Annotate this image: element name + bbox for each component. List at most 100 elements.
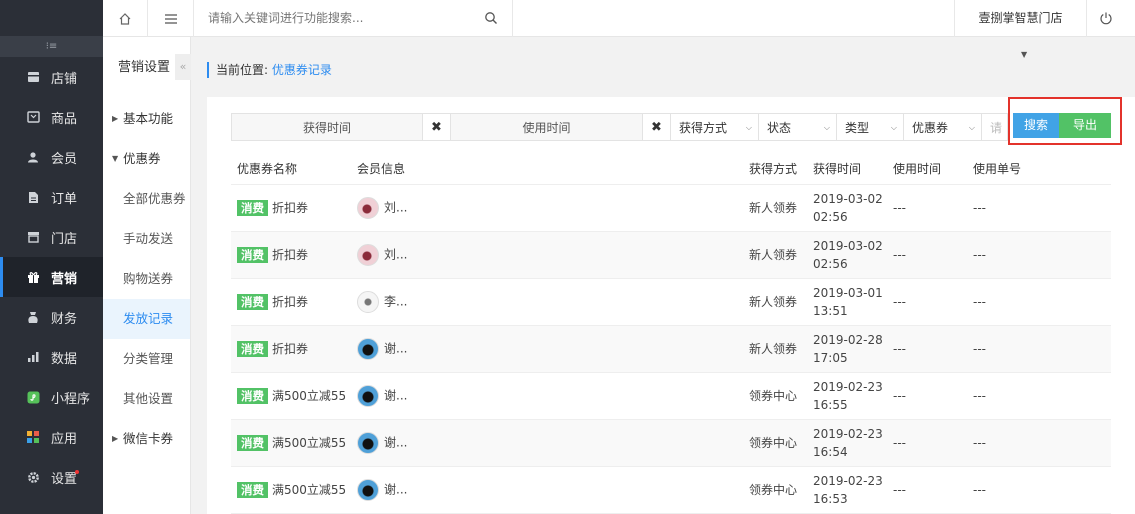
get-time-cell: 2019-02-23 16:55 — [807, 372, 887, 420]
sidebar-item-shop[interactable]: 门店 — [0, 217, 103, 257]
subnav-item[interactable]: 购物送券 — [103, 259, 190, 299]
table-row[interactable]: 消费 折扣券 刘... 新人领券 2019-03-02 02:56 --- --- — [231, 231, 1111, 279]
table-header: 优惠券名称 会员信息 获得方式 获得时间 使用时间 使用单号 — [231, 154, 1111, 185]
search-export-highlight — [1008, 97, 1122, 145]
use-time-cell: --- — [887, 325, 967, 373]
subnav-collapse-icon[interactable]: « — [175, 54, 191, 80]
breadcrumb-current[interactable]: 优惠券记录 — [272, 63, 332, 77]
table-row[interactable]: 消费 折扣券 李... 新人领券 2019-03-01 13:51 --- --- — [231, 278, 1111, 326]
table-row[interactable]: 消费 满500立减55 谢... 领券中心 2019-02-23 16:53 --- --- — [231, 466, 1111, 514]
member-cell[interactable]: 李... — [351, 278, 743, 326]
main-sidebar: ⁝≡ 店铺商品会员订单门店营销财务数据小程序 应用设置 — [0, 0, 103, 514]
chevron-down-icon: ⌵ — [745, 123, 752, 132]
use-no-cell: --- — [967, 372, 1111, 420]
shop-name[interactable]: 壹捌掌智慧门店 — [954, 0, 1087, 37]
sidebar-item-label: 财务 — [51, 311, 78, 327]
power-icon[interactable] — [1099, 11, 1113, 25]
shop-icon — [26, 230, 40, 244]
sidebar-item-gift[interactable]: 营销 — [0, 257, 103, 297]
avatar — [357, 196, 379, 219]
sidebar-item-miniprogram[interactable]: 小程序 — [0, 377, 103, 417]
use-time-cell: --- — [887, 231, 967, 279]
use-no-cell: --- — [967, 278, 1111, 326]
column-header: 获得方式 — [743, 154, 807, 185]
member-cell[interactable]: 刘... — [351, 184, 743, 232]
sidebar-item-label: 设置 — [51, 471, 78, 487]
use-no-cell: --- — [967, 419, 1111, 467]
subnav-item[interactable]: 分类管理 — [103, 339, 190, 379]
member-icon — [26, 150, 40, 164]
top-bar: 壹捌掌智慧门店 — [103, 0, 1135, 37]
sidebar-item-label: 门店 — [51, 231, 78, 247]
sidebar-item-label: 商品 — [51, 111, 78, 127]
coupon-name: 折扣券 — [272, 342, 309, 356]
use-time-field[interactable]: 使用时间 — [451, 113, 643, 141]
use-no-cell: --- — [967, 231, 1111, 279]
sidebar-item-store[interactable]: 店铺 — [0, 57, 103, 97]
coupon-name-cell: 消费 满500立减55 — [231, 466, 351, 514]
subnav-item[interactable]: 手动发送 — [103, 219, 190, 259]
avatar — [357, 337, 379, 360]
coupon-name-cell: 消费 折扣券 — [231, 278, 351, 326]
coupon-tag: 消费 — [237, 482, 268, 498]
member-name: 谢... — [384, 482, 408, 496]
clear-get-time-icon[interactable]: ✖ — [423, 113, 451, 141]
get-time-cell: 2019-03-01 13:51 — [807, 278, 887, 326]
get-method-cell: 领券中心 — [743, 372, 807, 420]
coupon-name-cell: 消费 折扣券 — [231, 184, 351, 232]
get-method-select[interactable]: 获得方式 ⌵ — [671, 113, 759, 141]
sidebar-item-finance[interactable]: 财务 — [0, 297, 103, 337]
sidebar-item-member[interactable]: 会员 — [0, 137, 103, 177]
sidebar-item-label: 订单 — [51, 191, 78, 207]
chevron-down-icon[interactable]: ▼ — [1021, 50, 1027, 59]
type-select[interactable]: 类型 ⌵ — [837, 113, 904, 141]
order-icon — [26, 190, 40, 204]
table-row[interactable]: 消费 满500立减55 谢... 领券中心 2019-02-23 16:54 --- --- — [231, 419, 1111, 467]
store-icon — [26, 70, 40, 84]
status-select[interactable]: 状态 ⌵ — [759, 113, 837, 141]
sidebar-item-label: 会员 — [51, 151, 78, 167]
use-time-cell: --- — [887, 466, 967, 514]
avatar — [357, 431, 379, 454]
subnav-group-coupon[interactable]: ▼ 优惠券 — [103, 139, 190, 179]
get-time-field[interactable]: 获得时间 — [231, 113, 423, 141]
search-icon[interactable] — [484, 11, 498, 25]
get-time-cell: 2019-02-23 16:54 — [807, 419, 887, 467]
subnav-item[interactable]: 其他设置 — [103, 379, 190, 419]
member-cell[interactable]: 谢... — [351, 372, 743, 420]
sidebar-item-gear[interactable]: 设置 — [0, 457, 103, 497]
sidebar-item-chart[interactable]: 数据 — [0, 337, 103, 377]
member-cell[interactable]: 刘... — [351, 231, 743, 279]
use-time-cell: --- — [887, 419, 967, 467]
member-cell[interactable]: 谢... — [351, 325, 743, 373]
column-header: 使用时间 — [887, 154, 967, 185]
gift-icon — [26, 270, 40, 284]
menu-button[interactable] — [149, 0, 194, 37]
function-search — [195, 0, 513, 37]
table-row[interactable]: 消费 折扣券 刘... 新人领券 2019-03-02 02:56 --- --- — [231, 184, 1111, 232]
keyword-input[interactable]: 请 — [982, 113, 1008, 141]
coupon-select[interactable]: 优惠券 ⌵ — [904, 113, 982, 141]
table-row[interactable]: 消费 折扣券 谢... 新人领券 2019-02-28 17:05 --- --- — [231, 325, 1111, 373]
subnav-item[interactable]: 全部优惠券 — [103, 179, 190, 219]
sidebar-collapse-toggle[interactable]: ⁝≡ — [0, 36, 103, 57]
coupon-name: 满500立减55 — [272, 436, 347, 450]
table-row[interactable]: 消费 满500立减55 谢... 领券中心 2019-02-23 16:55 --- --- — [231, 372, 1111, 420]
member-cell[interactable]: 谢... — [351, 419, 743, 467]
member-cell[interactable]: 谢... — [351, 466, 743, 514]
filter-bar: 获得时间 ✖ 使用时间 ✖ 获得方式 ⌵ 状态 ⌵ 类型 ⌵ 优惠券 ⌵ 请 — [231, 113, 1008, 141]
search-input[interactable] — [195, 0, 475, 36]
home-button[interactable] — [103, 0, 148, 37]
subnav-group-basic[interactable]: ▶ 基本功能 — [103, 99, 190, 139]
triangle-right-icon: ▶ — [112, 434, 119, 443]
sidebar-item-order[interactable]: 订单 — [0, 177, 103, 217]
sidebar-item-goods[interactable]: 商品 — [0, 97, 103, 137]
subnav-group-wechat-card[interactable]: ▶ 微信卡券 — [103, 419, 190, 459]
coupon-name: 满500立减55 — [272, 389, 347, 403]
sidebar-item-apps[interactable]: 应用 — [0, 417, 103, 457]
subnav-item[interactable]: 发放记录 — [103, 299, 190, 339]
goods-icon — [26, 110, 40, 124]
sidebar-item-label: 数据 — [51, 351, 78, 367]
use-no-cell: --- — [967, 184, 1111, 232]
clear-use-time-icon[interactable]: ✖ — [643, 113, 671, 141]
